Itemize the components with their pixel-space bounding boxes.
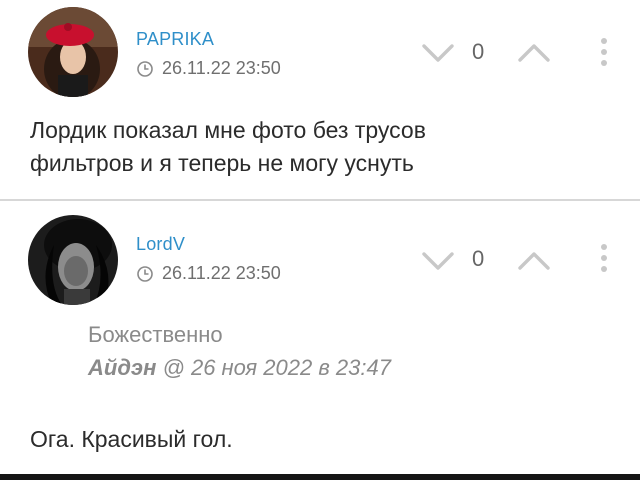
comment-divider [0,199,640,201]
chevron-down-icon [422,44,454,62]
username[interactable]: PAPRIKA [136,29,214,50]
timestamp-row: 26.11.22 23:50 [136,263,281,284]
avatar[interactable] [28,7,118,97]
comment-text-line: фильтров и я теперь не могу уснуть [30,150,414,176]
comment-text: Ога. Красивый гол. [30,426,233,452]
more-options-button[interactable] [594,36,614,72]
avatar-image [28,7,118,97]
username[interactable]: LordV [136,234,185,255]
vote-count: 0 [472,246,485,271]
quote-separator: @ [162,355,185,380]
avatar-image [28,215,118,305]
chevron-up-icon [518,44,550,62]
quote-date: 26 ноя 2022 в 23:47 [190,355,391,380]
quoted-comment[interactable]: Божественно Айдэн @ 26 ноя 2022 в 23:47 [88,320,391,383]
more-vertical-icon [601,244,607,272]
chevron-down-icon [422,252,454,270]
comment-text: Лордик показал мне фото без трусов фильт… [30,114,426,180]
comment-item: PAPRIKA 26.11.22 23:50 0 Лордик показал … [0,0,640,201]
vote-count: 0 [472,39,485,64]
quote-source: Айдэн @ 26 ноя 2022 в 23:47 [88,353,391,383]
timestamp: 26.11.22 23:50 [162,263,281,283]
vote-up-button[interactable] [516,41,552,65]
clock-icon [136,60,154,78]
vote-up-button[interactable] [516,249,552,273]
comments-page: PAPRIKA 26.11.22 23:50 0 Лордик показал … [0,0,640,480]
more-vertical-icon [601,38,607,66]
comment-text-line: Лордик показал мне фото без трусов [30,117,426,143]
clock-icon [136,265,154,283]
vote-down-button[interactable] [420,249,456,273]
avatar[interactable] [28,215,118,305]
quote-author[interactable]: Айдэн [88,355,156,380]
quote-text: Божественно [88,322,223,347]
chevron-up-icon [518,252,550,270]
vote-down-button[interactable] [420,41,456,65]
comment-item: LordV 26.11.22 23:50 0 Божественно Айдэн… [0,202,640,480]
timestamp: 26.11.22 23:50 [162,58,281,78]
timestamp-row: 26.11.22 23:50 [136,58,281,79]
more-options-button[interactable] [594,242,614,278]
bottom-bar [0,474,640,480]
